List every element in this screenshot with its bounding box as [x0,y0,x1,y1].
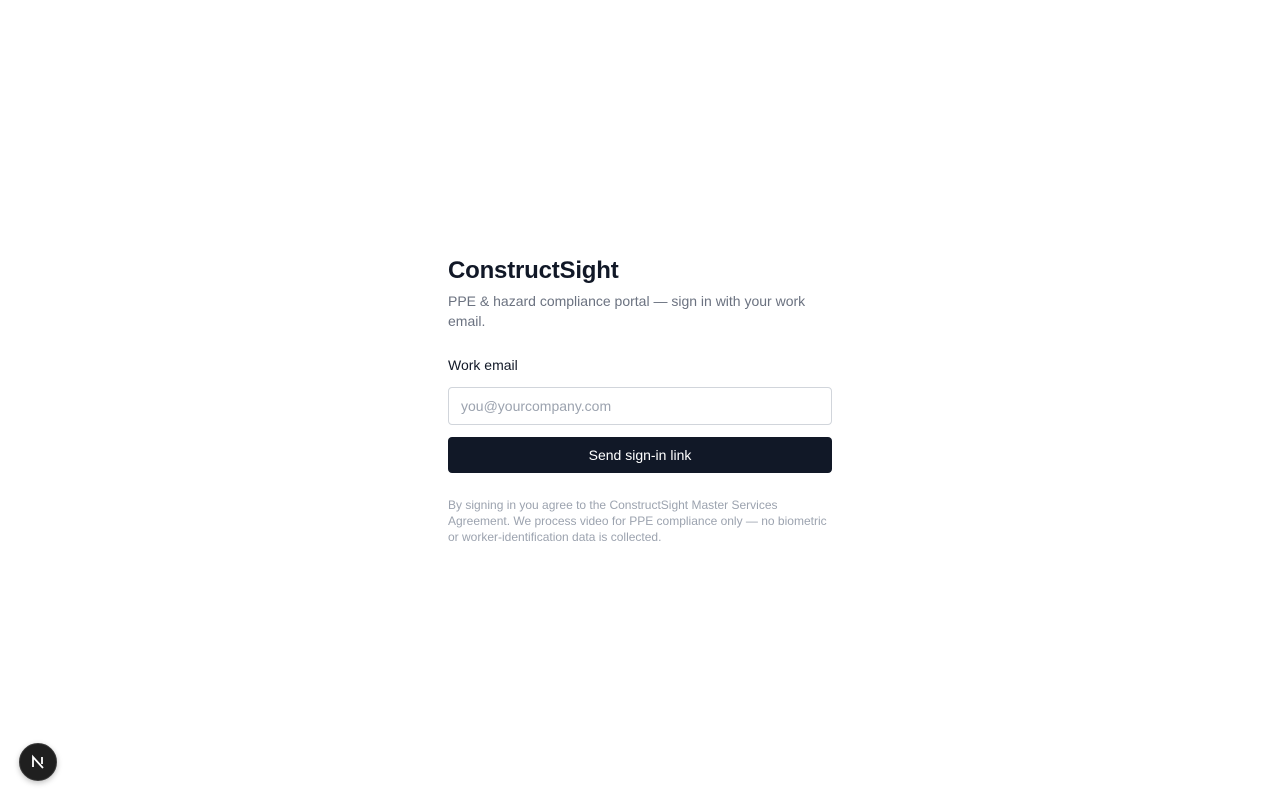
email-label: Work email [448,357,518,373]
app-subtitle: PPE & hazard compliance portal — sign in… [448,293,806,329]
legal-notice: By signing in you agree to the Construct… [448,498,827,544]
app-title: ConstructSight [448,257,619,284]
nextjs-n-icon [30,754,46,770]
send-sign-in-link-button[interactable]: Send sign-in link [448,437,832,473]
nextjs-dev-indicator-button[interactable] [19,743,57,781]
sign-in-card: ConstructSight PPE & hazard compliance p… [448,255,832,545]
sign-in-form: Work email Send sign-in link [448,355,832,473]
sign-in-page: ConstructSight PPE & hazard compliance p… [0,0,1280,800]
email-input[interactable] [448,387,832,425]
